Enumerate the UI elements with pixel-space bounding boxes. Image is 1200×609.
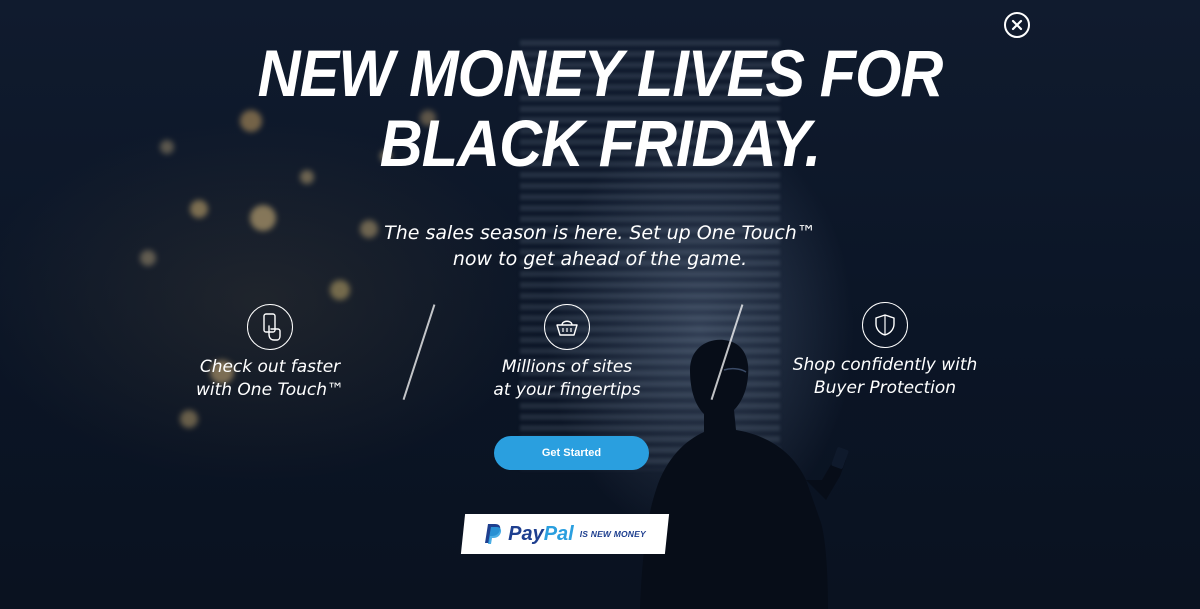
paypal-logo-icon [485,524,502,544]
headline-line-1: NEW MONEY LIVES FOR [257,36,944,110]
feature-one-touch: Check out faster with One Touch™ [150,304,390,402]
feature-label: Check out faster with One Touch™ [150,356,390,402]
feature-label-line-2: at your fingertips [493,380,641,400]
shield-icon [875,314,895,336]
promo-overlay: NEW MONEY LIVES FOR BLACK FRIDAY. The sa… [0,0,1200,609]
feature-label-line-1: Check out faster [199,357,341,377]
subheadline: The sales season is here. Set up One Tou… [300,220,900,272]
feature-icon-circle [544,304,590,350]
feature-icon-circle [862,302,908,348]
background-bokeh-light [190,200,208,218]
feature-label: Millions of sites at your fingertips [447,356,687,402]
subheadline-line-2: now to get ahead of the game. [452,248,748,270]
feature-label-line-1: Millions of sites [501,357,633,377]
get-started-button[interactable]: Get Started [494,436,649,470]
feature-label-line-2: with One Touch™ [195,380,345,400]
feature-label-line-1: Shop confidently with [792,355,978,375]
shopping-basket-icon [556,320,578,336]
feature-buyer-protection: Shop confidently with Buyer Protection [765,302,1005,400]
phone-touch-icon [263,313,281,341]
paypal-tagline: IS NEW MONEY [579,529,646,539]
feature-icon-circle [247,304,293,350]
background-bokeh-light [140,250,156,266]
background-bokeh-light [330,280,350,300]
background-bokeh-light [250,205,276,231]
close-button[interactable] [1004,12,1030,38]
close-icon [1011,19,1023,31]
paypal-wordmark-pal: Pal [543,522,574,545]
paypal-wordmark: PayPal [508,523,574,546]
subheadline-line-1: The sales season is here. Set up One Tou… [384,222,816,244]
paypal-badge[interactable]: PayPal IS NEW MONEY [460,514,670,554]
paypal-wordmark-pay: Pay [508,522,544,545]
background-bokeh-light [180,410,198,428]
headline-line-2: BLACK FRIDAY. [379,106,821,180]
paypal-badge-content: PayPal IS NEW MONEY [463,514,667,554]
feature-millions-of-sites: Millions of sites at your fingertips [447,304,687,402]
feature-label: Shop confidently with Buyer Protection [765,354,1005,400]
feature-label-line-2: Buyer Protection [813,378,957,398]
headline: NEW MONEY LIVES FOR BLACK FRIDAY. [240,38,960,178]
background-bokeh-light [160,140,174,154]
feature-divider [402,304,435,400]
